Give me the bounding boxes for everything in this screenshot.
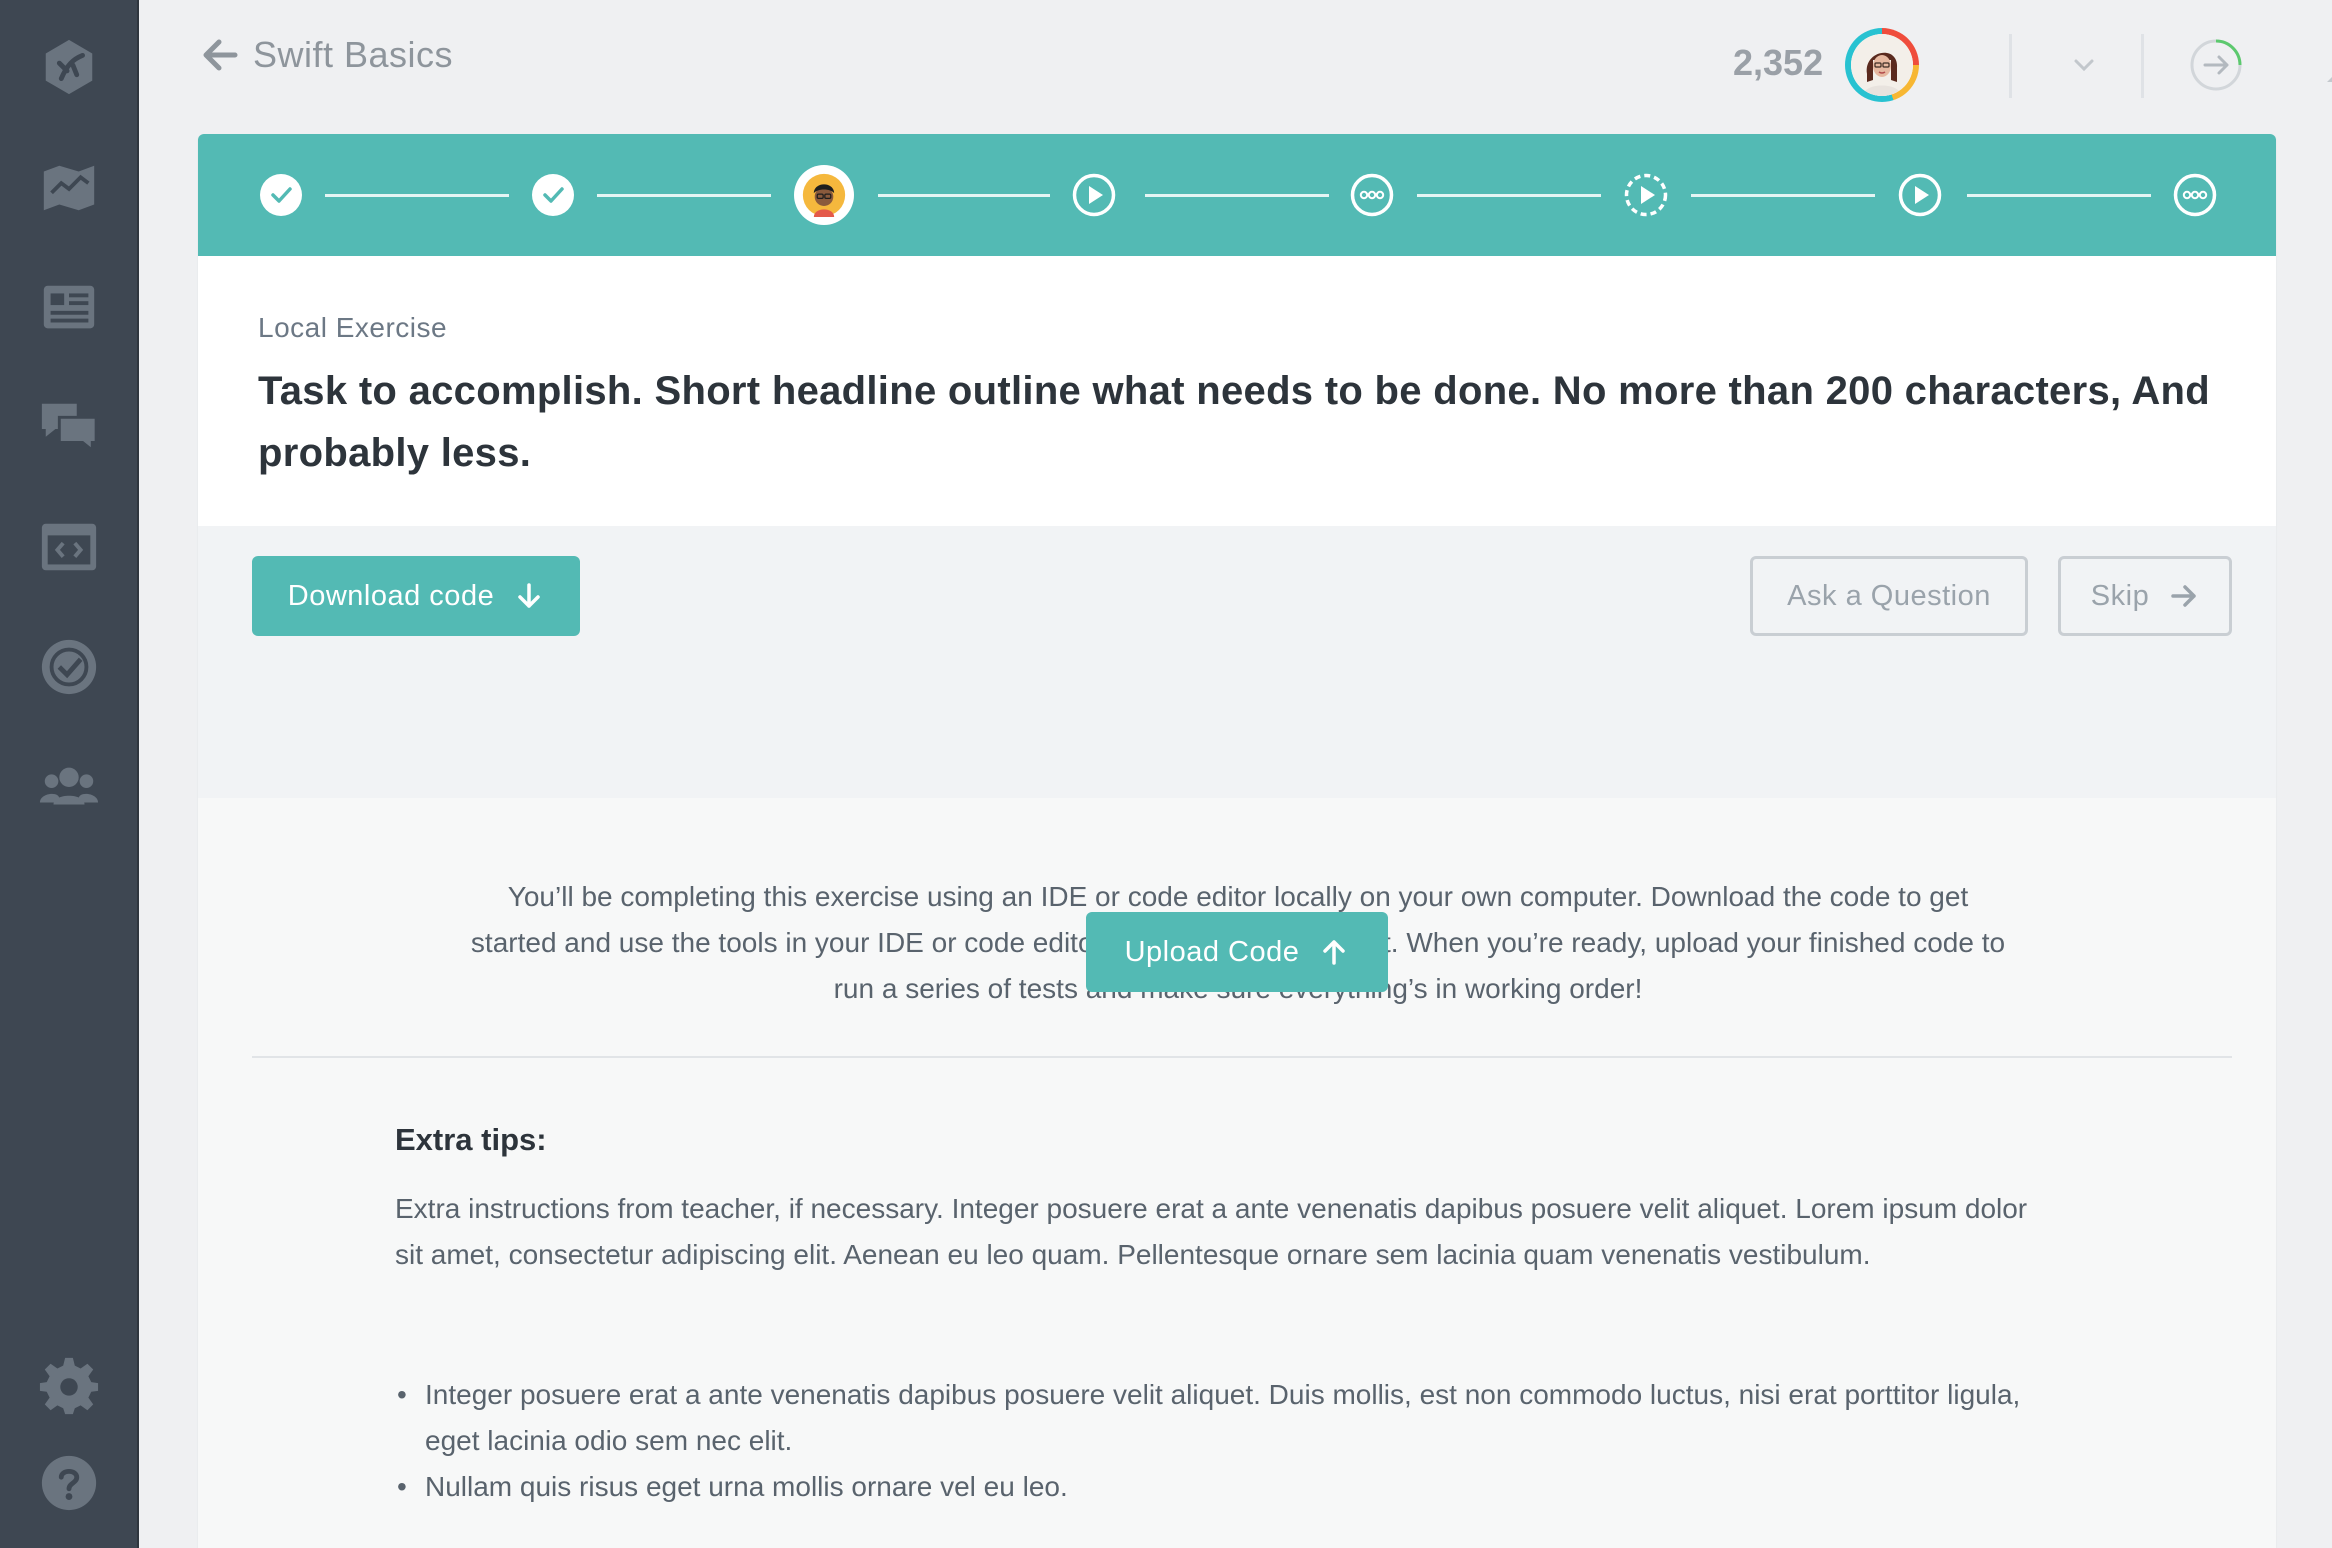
extra-tips-list: Integer posuere erat a ante venenatis da…: [395, 1372, 2035, 1510]
step-connector: [1417, 194, 1601, 197]
notification-bell-icon[interactable]: [2319, 36, 2332, 96]
step-3-current[interactable]: [794, 165, 854, 225]
check-icon: [532, 174, 574, 216]
workspaces-code-icon[interactable]: [36, 514, 102, 580]
extra-tips-heading: Extra tips:: [395, 1122, 547, 1157]
action-bar: Download code Ask a Question Skip: [198, 526, 2276, 800]
upload-code-button[interactable]: Upload Code: [1086, 912, 1388, 992]
arrow-right-icon: [2171, 585, 2196, 607]
upload-code-label: Upload Code: [1124, 935, 1300, 968]
play-icon: [1072, 173, 1116, 217]
arrow-up-icon: [1323, 940, 1346, 965]
library-icon[interactable]: [36, 274, 102, 340]
continue-arrow-icon[interactable]: [2189, 38, 2243, 92]
arrow-left-icon: [203, 39, 238, 71]
play-dashed-icon: [1624, 173, 1668, 217]
step-8-quiz[interactable]: [2173, 173, 2217, 217]
map-icon[interactable]: [36, 154, 102, 220]
skip-label: Skip: [2090, 579, 2150, 612]
more-dots-icon: [2173, 173, 2217, 217]
list-item: Nullam quis risus eget urna mollis ornar…: [395, 1464, 2035, 1510]
chevron-down-icon[interactable]: [2069, 50, 2099, 80]
badge-check-icon[interactable]: [36, 634, 102, 700]
list-item: Integer posuere erat a ante venenatis da…: [395, 1372, 2035, 1464]
ask-question-label: Ask a Question: [1787, 579, 1991, 612]
avatar-icon: [802, 173, 846, 217]
top-bar: Swift Basics 2,352 20: [139, 0, 2332, 130]
header-divider: [2141, 34, 2144, 98]
community-chat-icon[interactable]: [36, 394, 102, 460]
step-7-video[interactable]: [1898, 173, 1942, 217]
team-icon[interactable]: [36, 754, 102, 820]
check-icon: [260, 174, 302, 216]
step-connector: [325, 194, 509, 197]
points-count: 2,352: [1733, 42, 1824, 83]
user-avatar-icon: [1851, 34, 1913, 96]
header-divider: [2009, 34, 2012, 98]
download-code-label: Download code: [287, 579, 495, 612]
course-title: Swift Basics: [253, 34, 454, 75]
extra-tips-paragraph: Extra instructions from teacher, if nece…: [395, 1193, 2028, 1270]
step-2-complete[interactable]: [531, 173, 575, 217]
exercise-card: Local Exercise Task to accomplish. Short…: [198, 134, 2276, 1548]
step-connector: [1145, 194, 1329, 197]
step-connector: [1691, 194, 1875, 197]
treehouse-logo-icon[interactable]: [36, 34, 102, 100]
ask-question-button[interactable]: Ask a Question: [1750, 556, 2028, 636]
progress-tracker: [198, 134, 2276, 256]
sidebar: [0, 0, 139, 1548]
more-dots-icon: [1350, 173, 1394, 217]
section-divider: [252, 1056, 2232, 1058]
download-code-button[interactable]: Download code: [252, 556, 580, 636]
step-4-video[interactable]: [1072, 173, 1116, 217]
skip-button[interactable]: Skip: [2058, 556, 2232, 636]
settings-gear-icon[interactable]: [36, 1352, 102, 1418]
play-icon: [1898, 173, 1942, 217]
user-avatar[interactable]: [1845, 28, 1919, 102]
step-connector: [597, 194, 771, 197]
exercise-type-label: Local Exercise: [258, 312, 448, 343]
help-icon[interactable]: [36, 1450, 102, 1516]
step-5-quiz[interactable]: [1350, 173, 1394, 217]
back-link[interactable]: Swift Basics: [199, 34, 453, 76]
step-connector: [1967, 194, 2151, 197]
step-1-complete[interactable]: [259, 173, 303, 217]
arrow-down-icon: [518, 583, 540, 608]
step-6-local[interactable]: [1624, 173, 1668, 217]
task-headline: Task to accomplish. Short headline outli…: [258, 369, 2211, 475]
step-connector: [878, 194, 1050, 197]
